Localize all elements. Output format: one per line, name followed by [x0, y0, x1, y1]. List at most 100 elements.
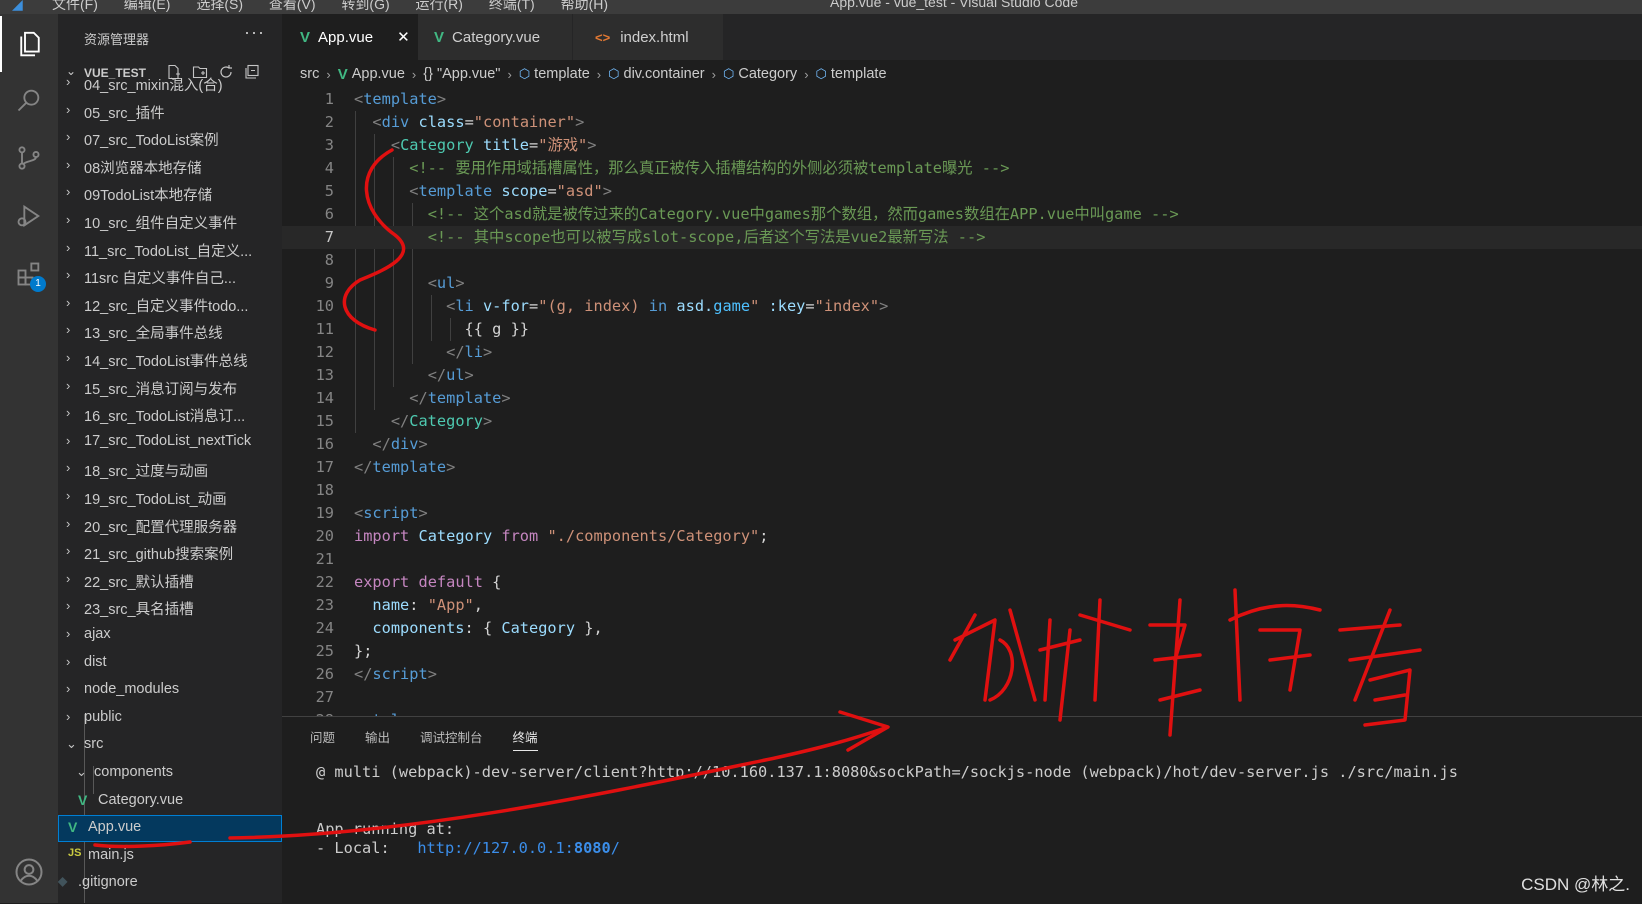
explorer-activity-button[interactable]: [0, 16, 58, 72]
tree-file-gitignore[interactable]: ◆ .gitignore: [58, 870, 282, 897]
tree-folder[interactable]: › ajax: [58, 622, 282, 649]
menu-bar[interactable]: 文件(F) 编辑(E) 选择(S) 查看(V) 转到(G) 运行(R) 终端(T…: [52, 0, 608, 14]
code-line: 6 <!-- 这个asd就是被传过来的Category.vue中games那个数…: [282, 203, 1642, 226]
tree-folder[interactable]: › 10_src_组件自定义事件: [58, 208, 282, 235]
csdn-watermark: CSDN @林之.: [1521, 875, 1630, 894]
chevron-right-icon: ›: [66, 626, 71, 641]
code-token: div: [390, 435, 419, 453]
terminal-output[interactable]: @ multi (webpack)-dev-server/client?http…: [316, 763, 1458, 858]
tree-item-label: 16_src_TodoList消息订...: [84, 409, 246, 426]
explorer-more-button[interactable]: ···: [244, 22, 265, 43]
source-control-activity-button[interactable]: [0, 130, 58, 186]
code-token: template: [418, 182, 493, 200]
tab-index-html[interactable]: <> index.html: [573, 14, 723, 60]
terminal-local-port[interactable]: 8080: [574, 839, 611, 857]
tree-folder[interactable]: › 12_src_自定义事件todo...: [58, 291, 282, 318]
tree-folder[interactable]: › 11src 自定义事件自己...: [58, 263, 282, 290]
tree-folder[interactable]: › 18_src_过度与动画: [58, 456, 282, 483]
search-activity-button[interactable]: [0, 72, 58, 128]
tree-folder[interactable]: › 17_src_TodoList_nextTick: [58, 429, 282, 456]
line-number: 7: [324, 228, 334, 246]
tree-folder-components[interactable]: ⌄ components: [58, 760, 282, 787]
tree-folder[interactable]: › 04_src_mixin混入(合): [58, 70, 282, 97]
chevron-down-icon: ⌄: [66, 736, 77, 752]
explorer-title: 资源管理器: [84, 32, 150, 47]
breadcrumb-file[interactable]: App.vue: [352, 66, 405, 82]
breadcrumb-category[interactable]: Category: [738, 66, 797, 82]
tab-app-vue[interactable]: V App.vue ✕: [282, 14, 418, 60]
extensions-badge: 1: [30, 276, 46, 292]
close-icon[interactable]: ✕: [397, 28, 410, 46]
tree-item-label: 04_src_mixin混入(合): [84, 78, 223, 94]
tree-item-label: 11_src_TodoList_自定义...: [84, 243, 253, 260]
tree-folder[interactable]: › 19_src_TodoList_动画: [58, 484, 282, 511]
line-number: 20: [315, 527, 334, 545]
tree-file-app-vue[interactable]: V App.vue: [58, 815, 282, 843]
panel-tab-debug-console[interactable]: 调试控制台: [420, 727, 483, 751]
chevron-right-icon: ›: [66, 129, 71, 145]
code-editor[interactable]: 1 <template> 2 <div class="container"> 3 …: [282, 88, 1642, 764]
tree-item-label: 12_src_自定义事件todo...: [84, 298, 249, 315]
extensions-activity-button[interactable]: 1: [0, 246, 58, 302]
tab-label: index.html: [620, 28, 689, 46]
panel-tab-output[interactable]: 输出: [365, 727, 390, 751]
tree-folder[interactable]: › 07_src_TodoList案例: [58, 125, 282, 152]
code-line: 22 export default {: [282, 571, 1642, 594]
tree-item-label: 09TodoList本地存储: [84, 188, 213, 205]
source-control-icon: [18, 146, 40, 170]
code-punctuation: >: [455, 274, 465, 292]
tree-folder[interactable]: › 20_src_配置代理服务器: [58, 512, 282, 539]
code-token: "index": [814, 297, 880, 315]
breadcrumb-src[interactable]: src: [300, 66, 319, 82]
code-token: import: [354, 527, 410, 545]
panel-tab-terminal[interactable]: 终端: [512, 727, 538, 751]
breadcrumb-template-2[interactable]: template: [831, 66, 887, 82]
tree-folder[interactable]: › 16_src_TodoList消息订...: [58, 401, 282, 428]
tab-category-vue[interactable]: V Category.vue: [418, 14, 572, 60]
breadcrumb-object[interactable]: "App.vue": [437, 66, 501, 82]
tree-folder[interactable]: › node_modules: [58, 677, 282, 704]
tree-file-main-js[interactable]: JS main.js: [58, 843, 282, 870]
vue-file-icon: V: [434, 28, 445, 46]
code-line: 12 </li>: [282, 341, 1642, 364]
tree-folder[interactable]: › dist: [58, 650, 282, 677]
run-debug-icon: [17, 204, 41, 228]
code-token: Category: [400, 136, 474, 154]
tree-file-category-vue[interactable]: V Category.vue: [58, 788, 282, 815]
tree-folder[interactable]: › 14_src_TodoList事件总线: [58, 346, 282, 373]
tree-folder[interactable]: › public: [58, 705, 282, 732]
panel-tab-problems[interactable]: 问题: [310, 727, 335, 751]
code-line: 17 </template>: [282, 456, 1642, 479]
tree-folder-src[interactable]: ⌄ src: [58, 732, 282, 759]
tree-folder[interactable]: › 22_src_默认插槽: [58, 567, 282, 594]
code-line: 14 </template>: [282, 387, 1642, 410]
tree-folder[interactable]: › 11_src_TodoList_自定义...: [58, 236, 282, 263]
terminal-local-label: - Local:: [316, 839, 418, 857]
code-token: template: [427, 389, 502, 407]
run-debug-activity-button[interactable]: [0, 188, 58, 244]
terminal-local-url[interactable]: http://127.0.0.1:: [417, 839, 574, 857]
tree-folder[interactable]: › 08浏览器本地存储: [58, 153, 282, 180]
breadcrumb-template[interactable]: template: [534, 66, 590, 82]
code-token: li: [464, 343, 483, 361]
code-punctuation: >: [436, 90, 447, 108]
chevron-right-icon: ›: [66, 515, 71, 531]
accounts-activity-button[interactable]: [0, 844, 58, 900]
code-punctuation: :: [409, 596, 428, 614]
tree-folder[interactable]: › 23_src_具名插槽: [58, 594, 282, 621]
terminal-local-slash[interactable]: /: [611, 839, 620, 857]
tree-folder[interactable]: › 13_src_全局事件总线: [58, 318, 282, 345]
line-number: 16: [315, 435, 334, 453]
tree-folder[interactable]: › 21_src_github搜索案例: [58, 539, 282, 566]
tree-folder[interactable]: › 05_src_插件: [58, 98, 282, 125]
code-token: "container": [473, 113, 576, 131]
code-line: 9 <ul>: [282, 272, 1642, 295]
line-number: 11: [315, 320, 334, 338]
tree-folder[interactable]: › 09TodoList本地存储: [58, 180, 282, 207]
breadcrumb-container[interactable]: div.container: [624, 66, 705, 82]
chevron-right-icon: ›: [507, 66, 512, 82]
code-token: {: [492, 573, 502, 591]
vscode-logo-icon: ◢: [12, 0, 23, 12]
tree-folder[interactable]: › 15_src_消息订阅与发布: [58, 374, 282, 401]
code-punctuation: <: [354, 504, 364, 522]
